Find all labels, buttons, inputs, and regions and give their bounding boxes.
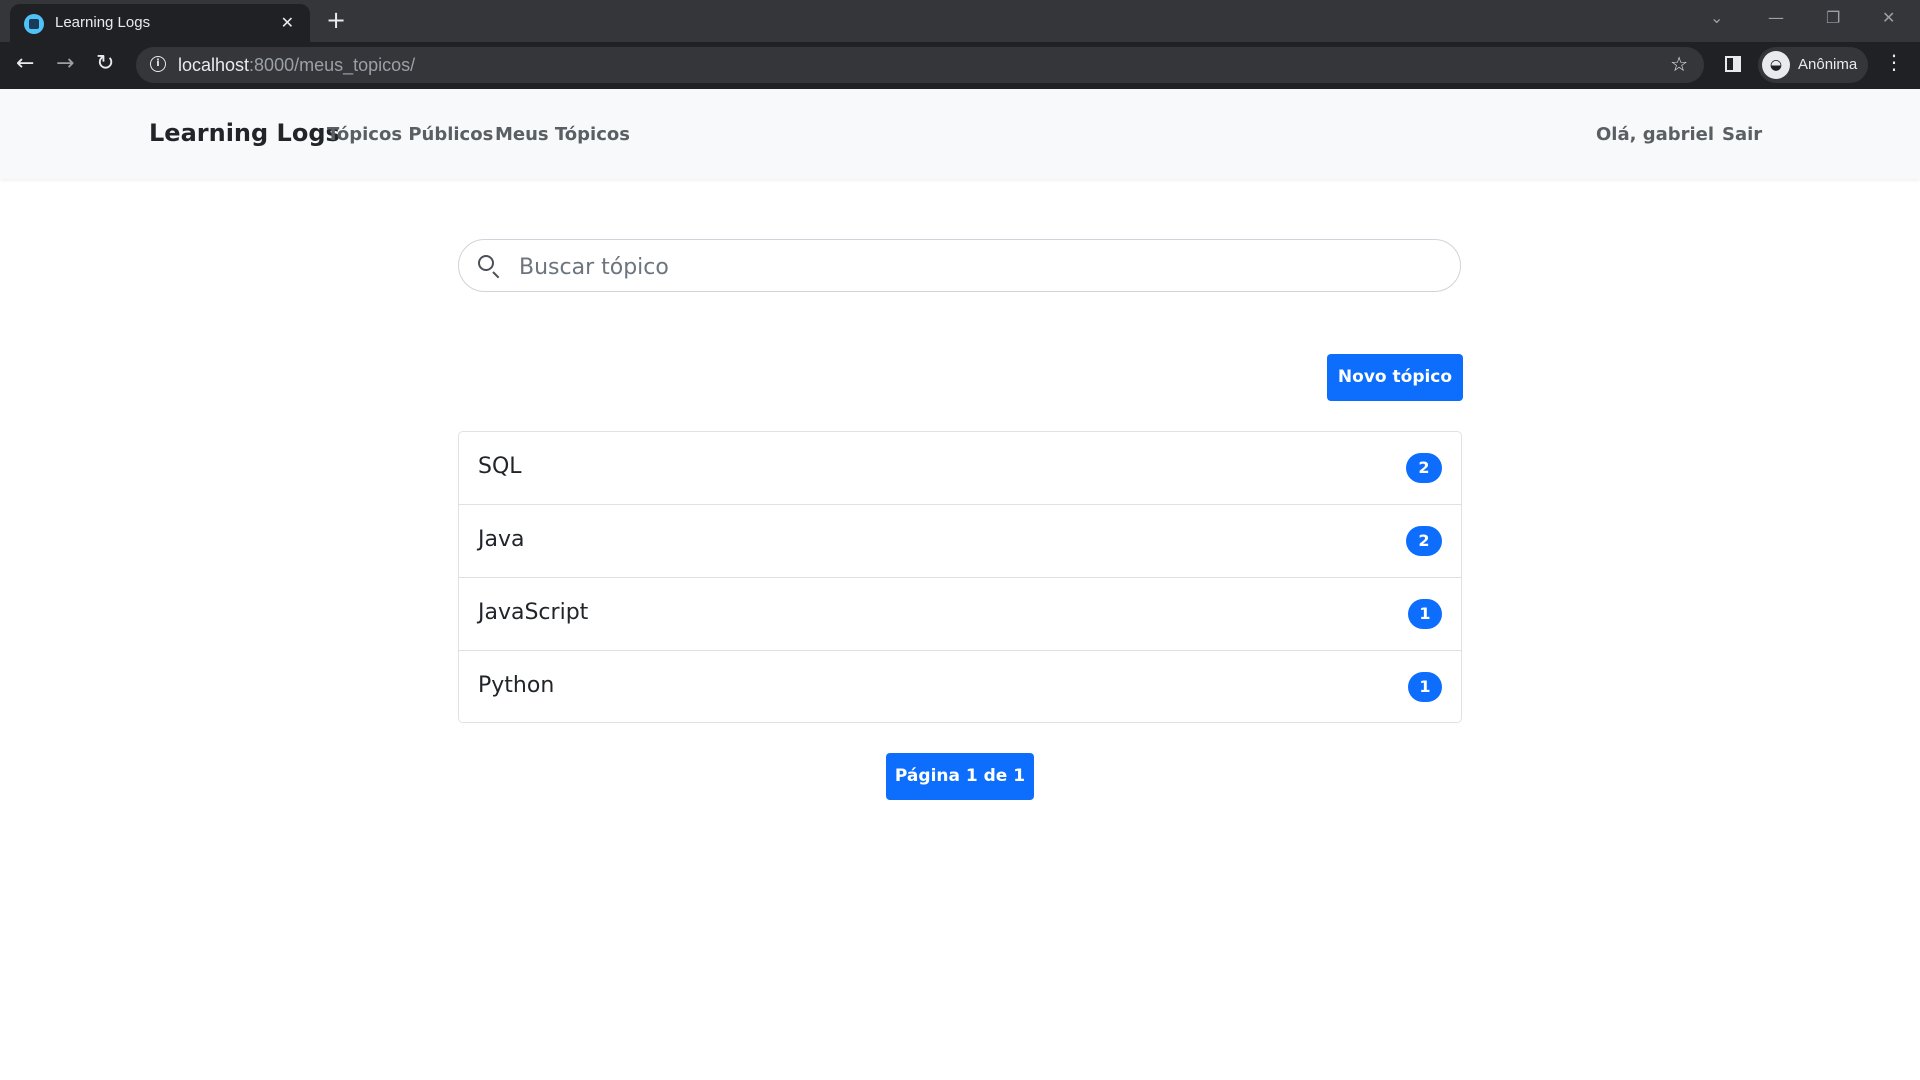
list-item[interactable]: Java 2 (459, 505, 1461, 578)
reload-icon[interactable]: ↻ (96, 52, 114, 76)
search-input[interactable] (517, 248, 1421, 286)
back-arrow-icon[interactable]: ← (16, 52, 34, 76)
browser-tab[interactable]: Learning Logs ✕ (10, 4, 310, 42)
site-navbar: Learning Logs Tópicos Públicos Meus Tópi… (0, 89, 1920, 179)
favicon-icon (24, 14, 44, 34)
side-panel-icon[interactable] (1725, 56, 1741, 72)
browser-tabstrip: Learning Logs ✕ + ⌄ — ❐ ✕ (0, 0, 1920, 42)
restore-icon[interactable]: ❐ (1826, 8, 1840, 27)
entry-count-badge: 2 (1406, 526, 1442, 556)
incognito-icon: ◒ (1762, 51, 1790, 79)
close-tab-icon[interactable]: ✕ (281, 13, 294, 32)
entry-count-badge: 2 (1406, 453, 1442, 483)
address-bar[interactable]: i localhost:8000/meus_topicos/ ☆ (136, 47, 1704, 83)
list-item[interactable]: JavaScript 1 (459, 578, 1461, 651)
browser-menu-icon[interactable]: ⋮ (1884, 50, 1904, 74)
topic-name[interactable]: JavaScript (478, 600, 588, 625)
nav-link-meus-topicos[interactable]: Meus Tópicos (495, 124, 630, 145)
new-tab-icon[interactable]: + (326, 7, 346, 33)
entry-count-badge: 1 (1408, 672, 1442, 702)
url-text[interactable]: localhost:8000/meus_topicos/ (178, 55, 415, 76)
bookmark-star-icon[interactable]: ☆ (1670, 52, 1688, 76)
profile-chip[interactable]: ◒ Anônima (1758, 47, 1868, 83)
list-item[interactable]: SQL 2 (459, 432, 1461, 505)
minimize-icon[interactable]: — (1768, 8, 1784, 27)
list-item[interactable]: Python 1 (459, 651, 1461, 724)
topic-name[interactable]: SQL (478, 454, 522, 479)
topic-name[interactable]: Java (478, 527, 524, 552)
search-box[interactable] (458, 239, 1461, 292)
close-window-icon[interactable]: ✕ (1882, 8, 1895, 27)
site-info-icon[interactable]: i (150, 56, 166, 72)
user-greeting[interactable]: Olá, gabriel (1596, 124, 1714, 145)
brand-link[interactable]: Learning Logs (149, 119, 340, 147)
topic-name[interactable]: Python (478, 673, 554, 698)
logout-link[interactable]: Sair (1722, 124, 1762, 145)
search-icon (478, 255, 494, 271)
forward-arrow-icon[interactable]: → (56, 52, 74, 76)
nav-link-topicos-publicos[interactable]: Tópicos Públicos (327, 124, 493, 145)
entry-count-badge: 1 (1408, 599, 1442, 629)
topic-list: SQL 2 Java 2 JavaScript 1 Python 1 (458, 431, 1462, 723)
tab-title: Learning Logs (55, 14, 151, 31)
new-topic-button[interactable]: Novo tópico (1327, 354, 1463, 401)
profile-label: Anônima (1798, 56, 1858, 73)
tab-search-icon[interactable]: ⌄ (1710, 8, 1723, 27)
pagination-indicator[interactable]: Página 1 de 1 (886, 753, 1034, 800)
browser-toolbar: ← → ↻ i localhost:8000/meus_topicos/ ☆ ◒… (0, 42, 1920, 89)
